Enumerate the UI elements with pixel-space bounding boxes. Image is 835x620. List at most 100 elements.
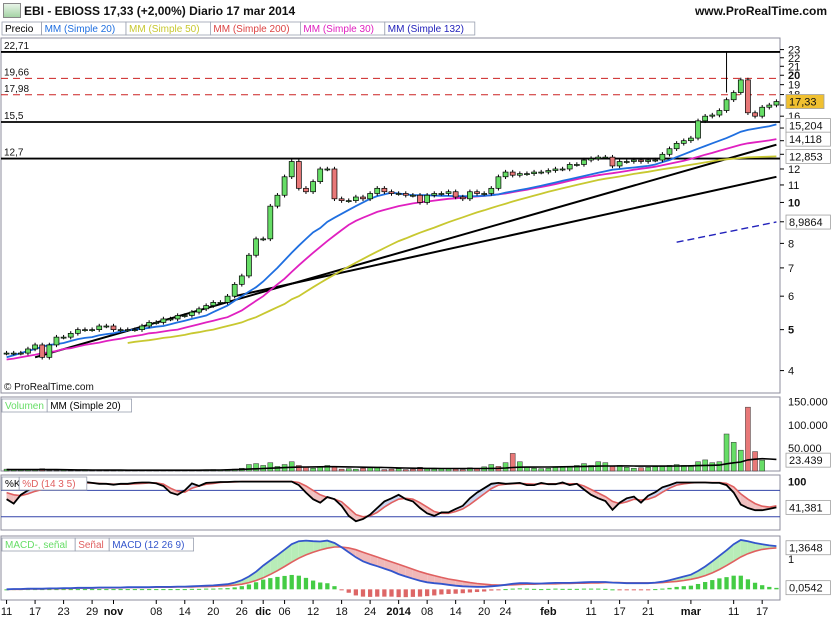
trendline (34, 143, 777, 359)
macd-hist-bar (346, 589, 351, 593)
macd-hist-bar (546, 588, 551, 590)
candle-body (82, 329, 88, 331)
candle-body (10, 352, 17, 355)
candle-body (666, 148, 673, 155)
macd-hist-bar (767, 586, 772, 590)
macd-hist-bar (232, 587, 237, 590)
candle-body (616, 161, 623, 167)
candle-body (238, 275, 245, 285)
value-tag: 14,118 (789, 134, 822, 146)
candle-body (167, 318, 174, 321)
x-tick-label: 21 (642, 606, 654, 618)
candle-body (110, 325, 117, 330)
legend-label: Volumen (5, 401, 44, 412)
candle-body (274, 194, 281, 207)
macd-hist-bar (489, 589, 494, 591)
macd-hist-bar (275, 576, 280, 590)
candle-body (402, 193, 409, 196)
candle-body (524, 173, 530, 175)
value-tag: 8,9864 (789, 217, 823, 229)
candle-body (331, 168, 338, 200)
macd-hist-bar (660, 588, 665, 590)
macd-hist-bar (268, 578, 273, 590)
candle-body (716, 110, 723, 116)
candle-body (566, 164, 573, 170)
volume-bar (730, 442, 737, 472)
candle-body (488, 187, 495, 194)
level-label: 15,5 (4, 111, 24, 122)
legend-label: MACD (12 26 9) (112, 540, 184, 551)
candle-body (217, 302, 224, 304)
macd-hist-bar (82, 589, 88, 591)
candle-body (260, 238, 267, 241)
level-label: 12,7 (4, 148, 24, 159)
candle-body (210, 302, 217, 306)
macd-hist-bar (474, 589, 480, 593)
macd-hist-bar (310, 580, 316, 590)
macd-hist-bar (553, 588, 558, 590)
stochastic-panel[interactable]: %K %D (14 3 5) 100 41,381 (0, 474, 831, 531)
x-tick-label: 06 (278, 606, 290, 618)
candle-body (345, 200, 352, 202)
candle-body (759, 106, 766, 117)
x-tick-label: 23 (57, 606, 69, 618)
macd-hist-bar (774, 587, 779, 590)
x-axis: 11 17 23 29 nov 08 14 20 26 dic 06 12 18 24 2014 08 14 20… (1, 600, 768, 618)
macd-hist-bar (467, 589, 473, 593)
volume-bar (410, 468, 416, 472)
macd-hist-bar (638, 589, 644, 591)
macd-hist-bar (303, 577, 309, 590)
candle-body (317, 168, 324, 182)
candle-body (196, 308, 202, 313)
macd-hist-bar (524, 588, 530, 590)
candle-body (117, 329, 124, 331)
stock-chart[interactable]: Precio MM (Simple 20) MM (Simple 50) MM (Si… (0, 0, 835, 620)
candle-body (609, 156, 616, 167)
candle-body (39, 344, 46, 358)
volume-bar (353, 468, 359, 472)
macd-hist-bar (111, 589, 116, 591)
macd-hist-bar (539, 589, 544, 591)
candle-body (673, 142, 680, 150)
macd-panel[interactable]: MACD-, señal Señal MACD (12 26 9) 11,3648 0,… (0, 535, 831, 601)
macd-hist-bar (760, 585, 765, 590)
macd-hist-bar (367, 589, 373, 597)
macd-hist-bar (189, 588, 195, 590)
macd-hist-bar (261, 579, 266, 590)
candle-body (474, 191, 480, 194)
price-panel[interactable]: Precio MM (Simple 20) MM (Simple 50) MM (Si… (0, 21, 831, 394)
candle-body (723, 99, 730, 111)
x-tick-label: 12 (307, 606, 319, 618)
candle-body (153, 322, 160, 324)
x-tick-label: 20 (207, 606, 219, 618)
macd-hist-bar (453, 589, 458, 594)
candle-body (481, 193, 488, 195)
volume-bar (345, 468, 352, 472)
macd-hist-bar (688, 585, 694, 590)
x-tick-label: 11 (585, 606, 596, 618)
macd-hist-bar (446, 589, 451, 594)
candle-body (203, 305, 210, 310)
macd-hist-bar (375, 589, 380, 597)
volume-bar (602, 462, 609, 472)
y-tick-label: 4 (788, 366, 794, 378)
volume-bar (310, 467, 316, 472)
candle-body (224, 295, 231, 303)
x-tick-label: 18 (335, 606, 347, 618)
y-tick-label: 7 (788, 263, 794, 275)
sma30-line (6, 138, 777, 361)
x-tick-label: 17 (756, 606, 768, 618)
macd-hist-bar (139, 589, 145, 591)
macd-hist-bar (703, 582, 708, 590)
x-tick-label: 24 (499, 606, 511, 618)
candle-body (338, 198, 345, 201)
candle-body (559, 168, 566, 171)
candle-body (381, 187, 388, 193)
volume-panel[interactable]: Volumen MM (Simple 20) 150.000100.00050.00… (0, 396, 831, 472)
candle-body (573, 164, 580, 166)
y-tick-label: 12 (788, 164, 800, 176)
x-tick-label: 17 (613, 606, 625, 618)
macd-hist-bar (560, 588, 565, 590)
candle-body (652, 159, 659, 162)
macd-hist-bar (389, 589, 394, 597)
